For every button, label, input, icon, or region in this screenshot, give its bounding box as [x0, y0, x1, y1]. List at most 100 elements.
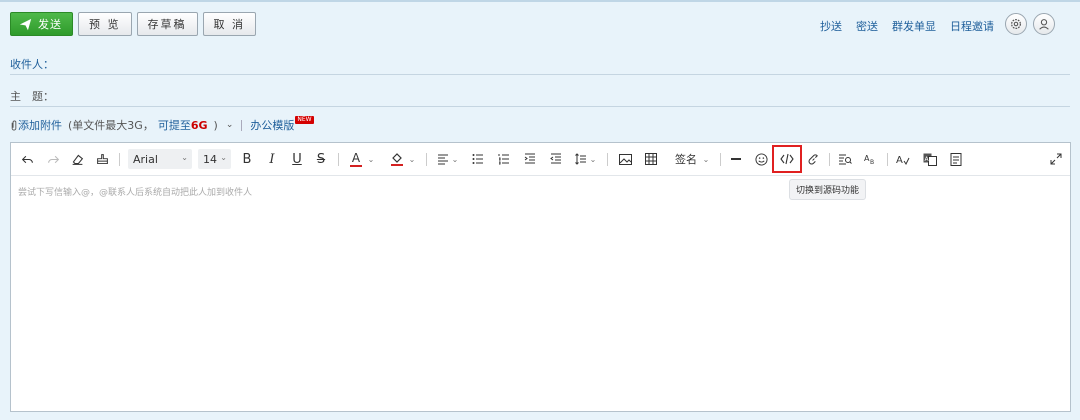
- top-border: [0, 0, 1080, 2]
- highlight-color-button[interactable]: [389, 149, 405, 169]
- bulleted-list-icon[interactable]: [470, 149, 486, 169]
- font-color-label: A: [351, 150, 361, 165]
- italic-button[interactable]: I: [264, 149, 280, 169]
- line-height-icon[interactable]: [573, 149, 589, 169]
- translate-icon[interactable]: A: [922, 149, 938, 169]
- chevron-down-icon: ⌄: [181, 153, 188, 162]
- chevron-down-icon[interactable]: ⌄: [701, 149, 711, 169]
- contact-button[interactable]: [1033, 13, 1055, 35]
- color-swatch: [391, 164, 403, 166]
- preview-button[interactable]: 预 览: [78, 12, 132, 36]
- editor-body[interactable]: [11, 177, 1070, 411]
- spellcheck-icon[interactable]: A: [895, 149, 911, 169]
- indent-icon[interactable]: [522, 149, 538, 169]
- upgrade-size-value[interactable]: 6G: [191, 119, 208, 132]
- underline-button[interactable]: U: [289, 149, 305, 169]
- undo-icon[interactable]: [19, 149, 35, 169]
- toolbar-divider: [338, 153, 339, 166]
- emoji-icon[interactable]: [753, 149, 769, 169]
- find-replace-icon[interactable]: [837, 149, 853, 169]
- font-family-select[interactable]: Arial ⌄: [128, 149, 192, 169]
- horizontal-rule-icon[interactable]: [728, 149, 744, 169]
- toolbar-divider: [119, 153, 120, 166]
- signature-label: 签名: [675, 153, 697, 166]
- toolbar-divider: [829, 153, 830, 166]
- chevron-down-icon[interactable]: ⌄: [588, 149, 598, 169]
- user-icon: [1039, 19, 1049, 30]
- svg-text:A: A: [896, 155, 903, 166]
- paper-plane-icon: [19, 18, 32, 30]
- code-icon: [780, 153, 794, 165]
- add-attachment-link[interactable]: 添加附件: [18, 117, 62, 133]
- color-swatch: [350, 164, 362, 167]
- font-color-button[interactable]: A: [348, 149, 364, 169]
- cancel-button[interactable]: 取 消: [202, 12, 256, 36]
- table-icon[interactable]: [643, 149, 659, 169]
- editor-placeholder: 尝试下写信输入@，@联系人后系统自动把此人加到收件人: [18, 188, 253, 198]
- schedule-invite-link[interactable]: 日程邀请: [950, 18, 994, 34]
- fullscreen-icon[interactable]: [1048, 149, 1064, 169]
- subject-input[interactable]: [60, 85, 1060, 103]
- to-input[interactable]: [60, 53, 1060, 71]
- font-size-value: 14: [203, 152, 217, 166]
- attachment-hint-close: ): [213, 118, 218, 132]
- to-label: 收件人：: [10, 58, 54, 71]
- signature-select[interactable]: 签名: [671, 149, 701, 169]
- strikethrough-label: S: [316, 151, 326, 167]
- to-field: 收件人：: [10, 51, 1070, 75]
- settings-button[interactable]: [1005, 13, 1027, 35]
- source-code-button[interactable]: [772, 145, 802, 173]
- cancel-label: 取 消: [213, 18, 245, 31]
- underline-label: U: [292, 151, 302, 167]
- paperclip-icon: [11, 120, 17, 131]
- image-icon[interactable]: [617, 149, 633, 169]
- chevron-down-icon[interactable]: ⌄: [366, 149, 376, 169]
- toolbar-divider: [887, 153, 888, 166]
- editor-toolbar: Arial ⌄ 14 ⌄ B I U S A ⌄ ⌄ ⌄ ⌄ 签名 ⌄ A B …: [11, 143, 1070, 176]
- chevron-down-icon[interactable]: ⌄: [450, 149, 460, 169]
- fill-bucket-icon: [392, 153, 402, 163]
- save-draft-label: 存草稿: [147, 18, 187, 31]
- preview-label: 预 览: [89, 18, 121, 31]
- svg-text:B: B: [870, 159, 874, 165]
- template-icon[interactable]: [948, 149, 964, 169]
- bcc-link[interactable]: 密送: [856, 18, 878, 34]
- source-code-tooltip: 切换到源码功能: [789, 179, 867, 200]
- divider: [241, 119, 243, 131]
- new-badge: NEW: [295, 116, 314, 124]
- format-painter-icon[interactable]: [94, 149, 110, 169]
- rich-text-editor: Arial ⌄ 14 ⌄ B I U S A ⌄ ⌄ ⌄ ⌄ 签名 ⌄ A B …: [10, 142, 1071, 412]
- attachment-row: 添加附件 (单文件最大3G， 可提至 6G ) ⌄ 办公模版 NEW: [10, 116, 314, 133]
- strikethrough-button[interactable]: S: [313, 149, 329, 169]
- cc-link[interactable]: 抄送: [820, 18, 842, 34]
- align-left-icon[interactable]: [435, 149, 451, 169]
- subject-field: 主 题：: [10, 83, 1070, 107]
- bold-button[interactable]: B: [239, 149, 255, 169]
- superscript-icon[interactable]: AB: [863, 149, 879, 169]
- recipient-options: 抄送 密送 群发单显 日程邀请: [820, 18, 994, 34]
- group-send-link[interactable]: 群发单显: [892, 18, 936, 34]
- redo-icon[interactable]: [45, 149, 61, 169]
- gear-icon: [1011, 19, 1021, 29]
- italic-label: I: [269, 151, 275, 167]
- office-template-link[interactable]: 办公模版: [250, 117, 294, 133]
- upgrade-size-link[interactable]: 可提至: [158, 117, 191, 133]
- chevron-down-icon[interactable]: ⌄: [407, 149, 417, 169]
- numbered-list-icon[interactable]: [496, 149, 512, 169]
- toolbar-divider: [426, 153, 427, 166]
- toolbar-divider: [720, 153, 721, 166]
- outdent-icon[interactable]: [548, 149, 564, 169]
- send-button[interactable]: 发送: [10, 12, 73, 36]
- eraser-icon[interactable]: [69, 149, 85, 169]
- compose-toolbar: 发送 预 览 存草稿 取 消: [10, 12, 256, 36]
- save-draft-button[interactable]: 存草稿: [136, 12, 198, 36]
- chevron-down-icon: ⌄: [220, 153, 227, 162]
- link-icon[interactable]: [805, 149, 821, 169]
- attachment-hint: (单文件最大3G，: [68, 119, 154, 132]
- chevron-down-icon[interactable]: ⌄: [226, 120, 234, 130]
- font-size-select[interactable]: 14 ⌄: [198, 149, 231, 169]
- bold-label: B: [242, 151, 252, 167]
- font-family-value: Arial: [133, 152, 158, 166]
- subject-label: 主 题：: [10, 90, 54, 103]
- toolbar-divider: [607, 153, 608, 166]
